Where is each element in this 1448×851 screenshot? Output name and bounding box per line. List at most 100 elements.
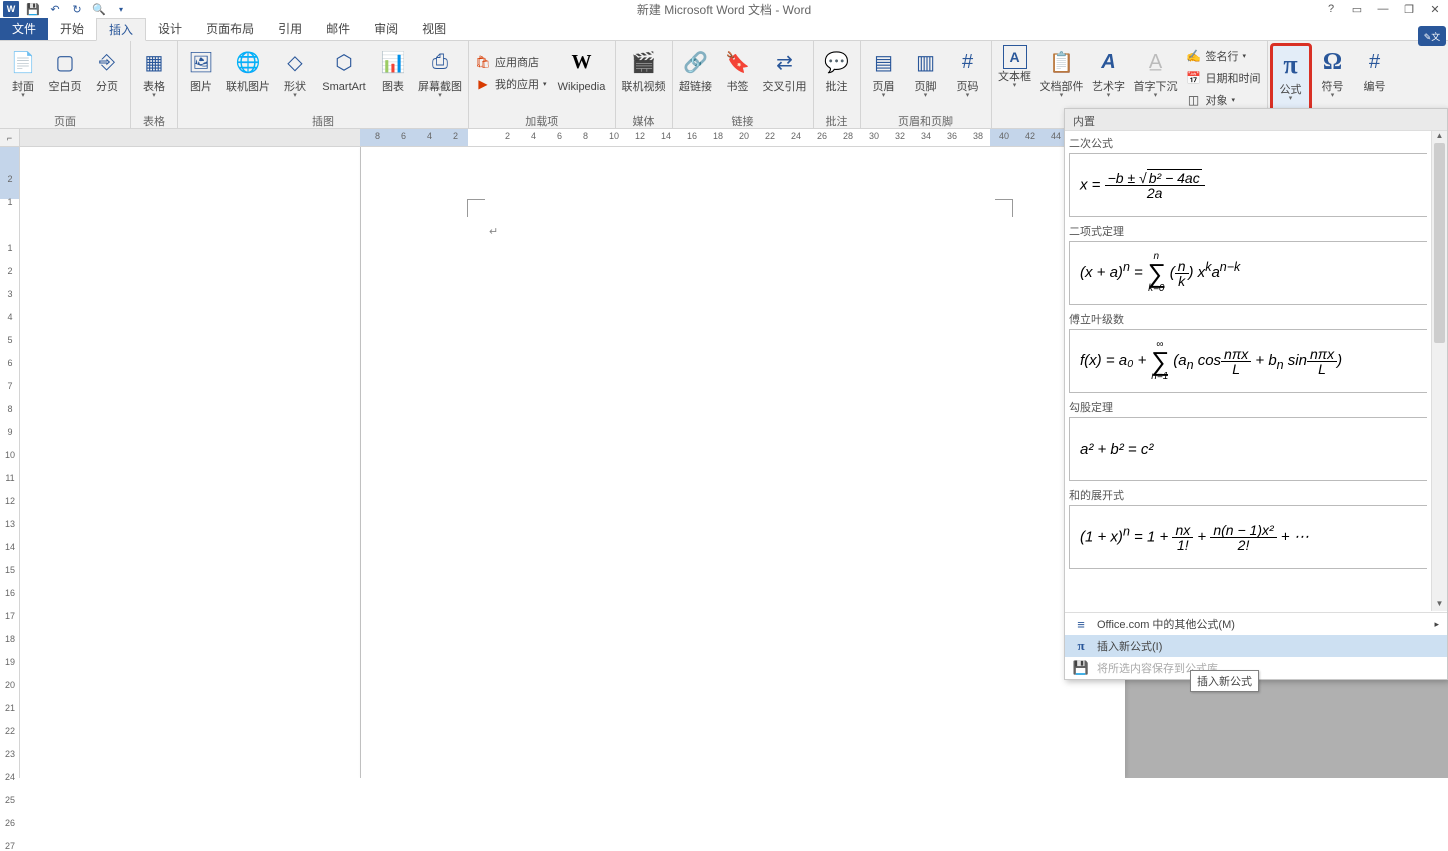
- cross-reference-button[interactable]: ⇄交叉引用: [759, 43, 811, 113]
- pi-icon: π: [1073, 638, 1089, 654]
- quick-parts-button[interactable]: 📋文档部件▾: [1036, 43, 1088, 113]
- online-video-icon: 🎬: [627, 45, 661, 79]
- cover-page-button[interactable]: 📄封面▾: [2, 43, 44, 113]
- save-icon[interactable]: 💾: [22, 0, 44, 18]
- chevron-right-icon: ▸: [1434, 619, 1439, 630]
- chart-icon: 📊: [376, 45, 410, 79]
- equation-item-pythagorean[interactable]: 勾股定理 a² + b² = c²: [1065, 395, 1431, 483]
- drop-cap-button[interactable]: A̲首字下沉▾: [1130, 43, 1182, 113]
- tooltip: 插入新公式: [1190, 670, 1259, 692]
- table-button[interactable]: ▦表格▾: [133, 43, 175, 113]
- tab-references[interactable]: 引用: [266, 17, 314, 40]
- group-illustrations-label: 插图: [178, 113, 468, 129]
- equation-gallery-header: 内置: [1065, 109, 1447, 131]
- footer-button[interactable]: ▥页脚▾: [905, 43, 947, 113]
- object-icon: ◫: [1186, 92, 1202, 108]
- undo-icon[interactable]: ↶: [44, 0, 66, 18]
- tab-review[interactable]: 审阅: [362, 17, 410, 40]
- office-com-equations[interactable]: ≡ Office.com 中的其他公式(M) ▸: [1065, 613, 1447, 635]
- tab-mailings[interactable]: 邮件: [314, 17, 362, 40]
- page-break-button[interactable]: ⎆分页: [86, 43, 128, 113]
- equation-panel-footer: ≡ Office.com 中的其他公式(M) ▸ π 插入新公式(I) 💾 将所…: [1065, 612, 1447, 679]
- tab-insert[interactable]: 插入: [96, 18, 146, 41]
- wordart-button[interactable]: A艺术字▾: [1088, 43, 1130, 113]
- footer-icon: ▥: [909, 45, 943, 79]
- my-apps-button[interactable]: ▶我的应用▾: [471, 73, 551, 95]
- smartart-button[interactable]: ⬡SmartArt: [316, 43, 372, 113]
- wikipedia-button[interactable]: WWikipedia: [551, 43, 613, 113]
- tab-layout[interactable]: 页面布局: [194, 17, 266, 40]
- header-icon: ▤: [867, 45, 901, 79]
- equation-button[interactable]: π公式▾: [1270, 43, 1312, 113]
- blank-page-icon: ▢: [48, 45, 82, 79]
- qat-customize-icon[interactable]: ▾: [110, 0, 132, 18]
- equation-name: 二次公式: [1069, 133, 1427, 153]
- wikipedia-icon: W: [565, 45, 599, 79]
- insert-new-equation[interactable]: π 插入新公式(I): [1065, 635, 1447, 657]
- smartart-icon: ⬡: [327, 45, 361, 79]
- online-video-button[interactable]: 🎬联机视频: [618, 43, 670, 113]
- ruler-corner[interactable]: ⌐: [0, 129, 20, 146]
- date-time-button[interactable]: 📅日期和时间: [1182, 67, 1265, 89]
- screenshot-icon: ⎙: [423, 45, 457, 79]
- tab-view[interactable]: 视图: [410, 17, 458, 40]
- my-apps-icon: ▶: [475, 76, 491, 92]
- shapes-button[interactable]: ◇形状▾: [274, 43, 316, 113]
- online-pictures-button[interactable]: 🌐联机图片: [222, 43, 274, 113]
- tab-design[interactable]: 设计: [146, 17, 194, 40]
- comment-button[interactable]: 💬批注: [816, 43, 858, 113]
- equation-item-binomial[interactable]: 二项式定理 (x + a)n = n∑k=0 (nk) xkan−k: [1065, 219, 1431, 307]
- group-addins-label: 加载项: [469, 113, 615, 129]
- group-media-label: 媒体: [616, 113, 672, 129]
- cover-page-icon: 📄: [6, 45, 40, 79]
- equation-item-taylor[interactable]: 和的展开式 (1 + x)n = 1 + nx1! + n(n − 1)x²2!…: [1065, 483, 1431, 571]
- equation-item-fourier[interactable]: 傅立叶级数 f(x) = a₀ + ∞∑n=1 (an cosnπxL + bn…: [1065, 307, 1431, 395]
- group-comments-label: 批注: [814, 113, 860, 129]
- shapes-icon: ◇: [278, 45, 312, 79]
- equation-name: 勾股定理: [1069, 397, 1427, 417]
- table-icon: ▦: [137, 45, 171, 79]
- page-number-button[interactable]: #页码▾: [947, 43, 989, 113]
- symbol-button[interactable]: Ω符号▾: [1312, 43, 1354, 113]
- pictures-button[interactable]: 🖼图片: [180, 43, 222, 113]
- tab-home[interactable]: 开始: [48, 17, 96, 40]
- number-icon: #: [1358, 45, 1392, 79]
- cross-reference-icon: ⇄: [768, 45, 802, 79]
- tab-file[interactable]: 文件: [0, 17, 48, 40]
- help-button[interactable]: ?: [1318, 0, 1344, 18]
- equations-online-icon: ≡: [1073, 617, 1089, 632]
- translator-badge-icon[interactable]: ✎文: [1418, 26, 1446, 46]
- bookmark-button[interactable]: 🔖书签: [717, 43, 759, 113]
- date-time-icon: 📅: [1186, 70, 1202, 86]
- equation-name: 和的展开式: [1069, 485, 1427, 505]
- document-page[interactable]: ↵: [360, 147, 1125, 778]
- hyperlink-button[interactable]: 🔗超链接: [675, 43, 717, 113]
- header-button[interactable]: ▤页眉▾: [863, 43, 905, 113]
- signature-icon: ✍: [1186, 48, 1202, 64]
- store-button[interactable]: 🛍应用商店: [471, 51, 551, 73]
- pictures-icon: 🖼: [184, 45, 218, 79]
- close-button[interactable]: ✕: [1422, 0, 1448, 18]
- save-gallery-icon: 💾: [1073, 660, 1089, 676]
- online-pictures-icon: 🌐: [231, 45, 265, 79]
- text-box-button[interactable]: A文本框▾: [994, 43, 1036, 113]
- text-cursor: ↵: [489, 225, 498, 238]
- number-button[interactable]: #编号: [1354, 43, 1396, 113]
- group-links-label: 链接: [673, 113, 813, 129]
- preview-icon[interactable]: 🔍: [88, 0, 110, 18]
- restore-button[interactable]: ❐: [1396, 0, 1422, 18]
- ribbon-display-options[interactable]: ▭: [1344, 0, 1370, 18]
- redo-icon[interactable]: ↻: [66, 0, 88, 18]
- group-pages-label: 页面: [0, 113, 130, 129]
- quick-access-toolbar: W 💾 ↶ ↻ 🔍 ▾: [0, 0, 132, 18]
- chart-button[interactable]: 📊图表: [372, 43, 414, 113]
- comment-icon: 💬: [820, 45, 854, 79]
- vertical-ruler[interactable]: 2112345678910111213141516171819202122232…: [0, 147, 20, 778]
- blank-page-button[interactable]: ▢空白页: [44, 43, 86, 113]
- screenshot-button[interactable]: ⎙屏幕截图▾: [414, 43, 466, 113]
- word-app-icon[interactable]: W: [0, 0, 22, 18]
- equation-pi-icon: π: [1274, 48, 1308, 82]
- signature-line-button[interactable]: ✍签名行▾: [1182, 45, 1265, 67]
- minimize-button[interactable]: —: [1370, 0, 1396, 18]
- equation-item-quadratic[interactable]: 二次公式 x = −b ± b² − 4ac2a: [1065, 131, 1431, 219]
